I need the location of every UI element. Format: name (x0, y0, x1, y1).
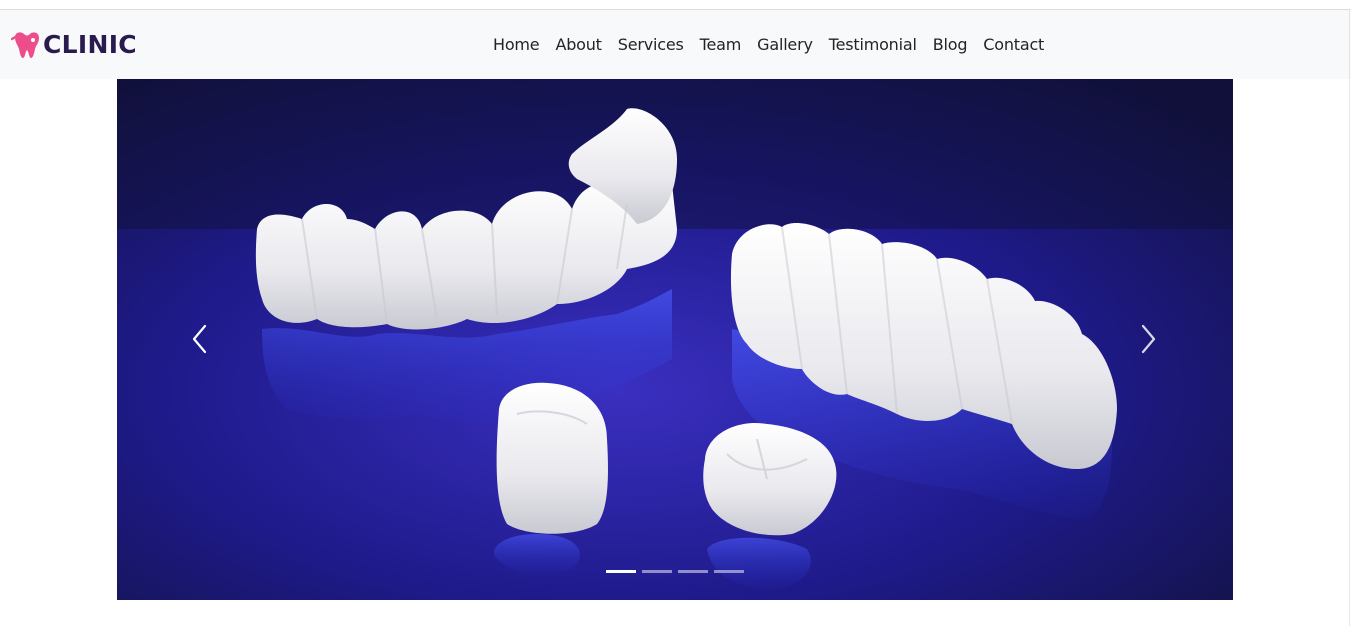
slide-image (117, 79, 1233, 600)
page-right-border (1349, 10, 1350, 626)
main-nav: Home About Services Team Gallery Testimo… (493, 34, 1044, 56)
page: CLINIC Home About Services Team Gallery … (0, 0, 1351, 626)
chevron-right-icon (1141, 324, 1156, 354)
nav-item-gallery[interactable]: Gallery (757, 34, 813, 56)
carousel-indicator[interactable] (606, 570, 636, 573)
carousel-next-button[interactable] (1128, 319, 1168, 359)
nav-item-blog[interactable]: Blog (933, 34, 968, 56)
nav-item-services[interactable]: Services (618, 34, 684, 56)
carousel-prev-button[interactable] (180, 319, 220, 359)
navbar: CLINIC Home About Services Team Gallery … (0, 10, 1351, 79)
brand-name: CLINIC (43, 30, 137, 59)
chevron-left-icon (192, 324, 207, 354)
nav-item-contact[interactable]: Contact (983, 34, 1044, 56)
carousel-indicator[interactable] (678, 570, 708, 573)
carousel-indicators (606, 570, 744, 573)
tooth-icon (11, 31, 41, 59)
nav-item-home[interactable]: Home (493, 34, 540, 56)
hero-carousel (117, 79, 1233, 600)
nav-item-testimonial[interactable]: Testimonial (829, 34, 917, 56)
carousel-indicator[interactable] (714, 570, 744, 573)
carousel-indicator[interactable] (642, 570, 672, 573)
nav-item-about[interactable]: About (555, 34, 602, 56)
brand-link[interactable]: CLINIC (11, 29, 137, 61)
nav-item-team[interactable]: Team (700, 34, 742, 56)
